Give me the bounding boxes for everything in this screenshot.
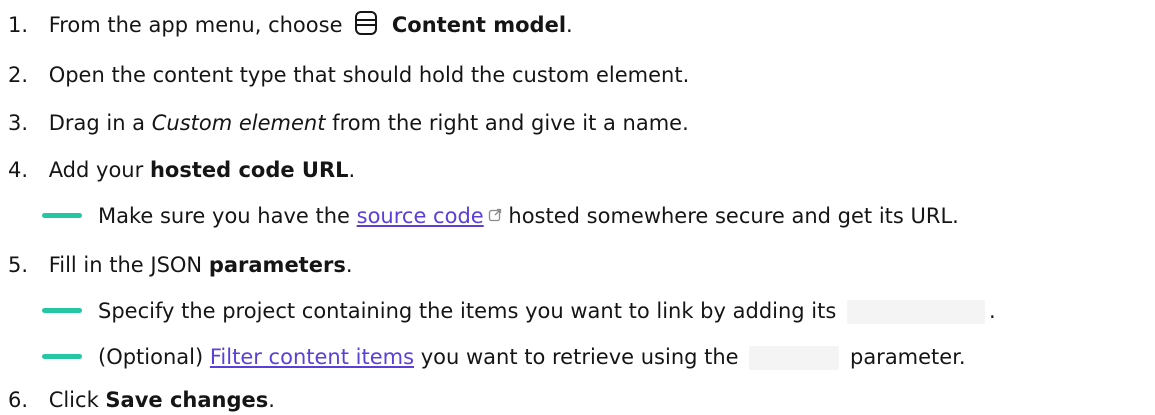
step-number: 5. — [8, 253, 29, 277]
note-text-end: parameter. — [849, 345, 966, 369]
menu-item-name: Content model — [391, 13, 567, 37]
inline-code-placeholder — [749, 346, 840, 370]
note-text-mid: you want to retrieve using the — [420, 345, 739, 369]
step-text-end: . — [566, 13, 573, 37]
step-3: 3. Drag in a Custom element from the rig… — [0, 108, 689, 138]
source-code-link[interactable]: source code — [357, 204, 484, 228]
inline-code-placeholder — [847, 300, 985, 324]
step-4-note: Make sure you have the source code hoste… — [42, 201, 959, 231]
step-text: Drag in a — [48, 111, 146, 135]
step-1: 1. From the app menu, choose Content mod… — [0, 10, 573, 40]
step-5-note-2: (Optional) Filter content items you want… — [42, 342, 966, 372]
external-link-icon — [488, 208, 502, 222]
element-type-name: Custom element — [151, 111, 326, 135]
instruction-steps: 1. From the app menu, choose Content mod… — [0, 0, 1155, 414]
step-5: 5. Fill in the JSON parameters. — [0, 250, 353, 280]
step-text-end: from the right and give it a name. — [332, 111, 689, 135]
step-6: 6. Click Save changes. — [0, 385, 275, 415]
step-text-end: . — [268, 388, 275, 412]
step-text-end: . — [348, 158, 356, 182]
bullet-dash — [42, 354, 82, 359]
note-text-end: hosted somewhere secure and get its URL. — [508, 204, 959, 228]
step-text: From the app menu, choose — [48, 13, 343, 37]
note-text: Specify the project containing the items… — [98, 299, 837, 323]
button-name: Save changes — [105, 388, 269, 412]
step-text-end: . — [345, 253, 353, 277]
bullet-dash — [42, 213, 82, 218]
field-name: hosted code URL — [149, 158, 349, 182]
note-text: Make sure you have the — [98, 204, 350, 228]
step-number: 1. — [8, 13, 29, 37]
step-text: Fill in the JSON — [48, 253, 203, 277]
bullet-dash — [42, 308, 82, 313]
note-text-end: . — [989, 299, 996, 323]
content-model-icon — [353, 10, 379, 36]
step-text: Open the content type that should hold t… — [48, 63, 690, 87]
step-5-note-1: Specify the project containing the items… — [42, 296, 996, 326]
step-number: 6. — [8, 388, 29, 412]
filter-content-items-link[interactable]: Filter content items — [210, 345, 414, 369]
field-name: parameters — [208, 253, 346, 277]
step-text: Add your — [48, 158, 144, 182]
step-number: 4. — [8, 158, 29, 182]
note-text: (Optional) — [98, 345, 204, 369]
step-2: 2. Open the content type that should hol… — [0, 60, 689, 90]
step-text: Click — [48, 388, 99, 412]
step-number: 3. — [8, 111, 29, 135]
step-number: 2. — [8, 63, 29, 87]
step-4: 4. Add your hosted code URL. — [0, 155, 355, 185]
